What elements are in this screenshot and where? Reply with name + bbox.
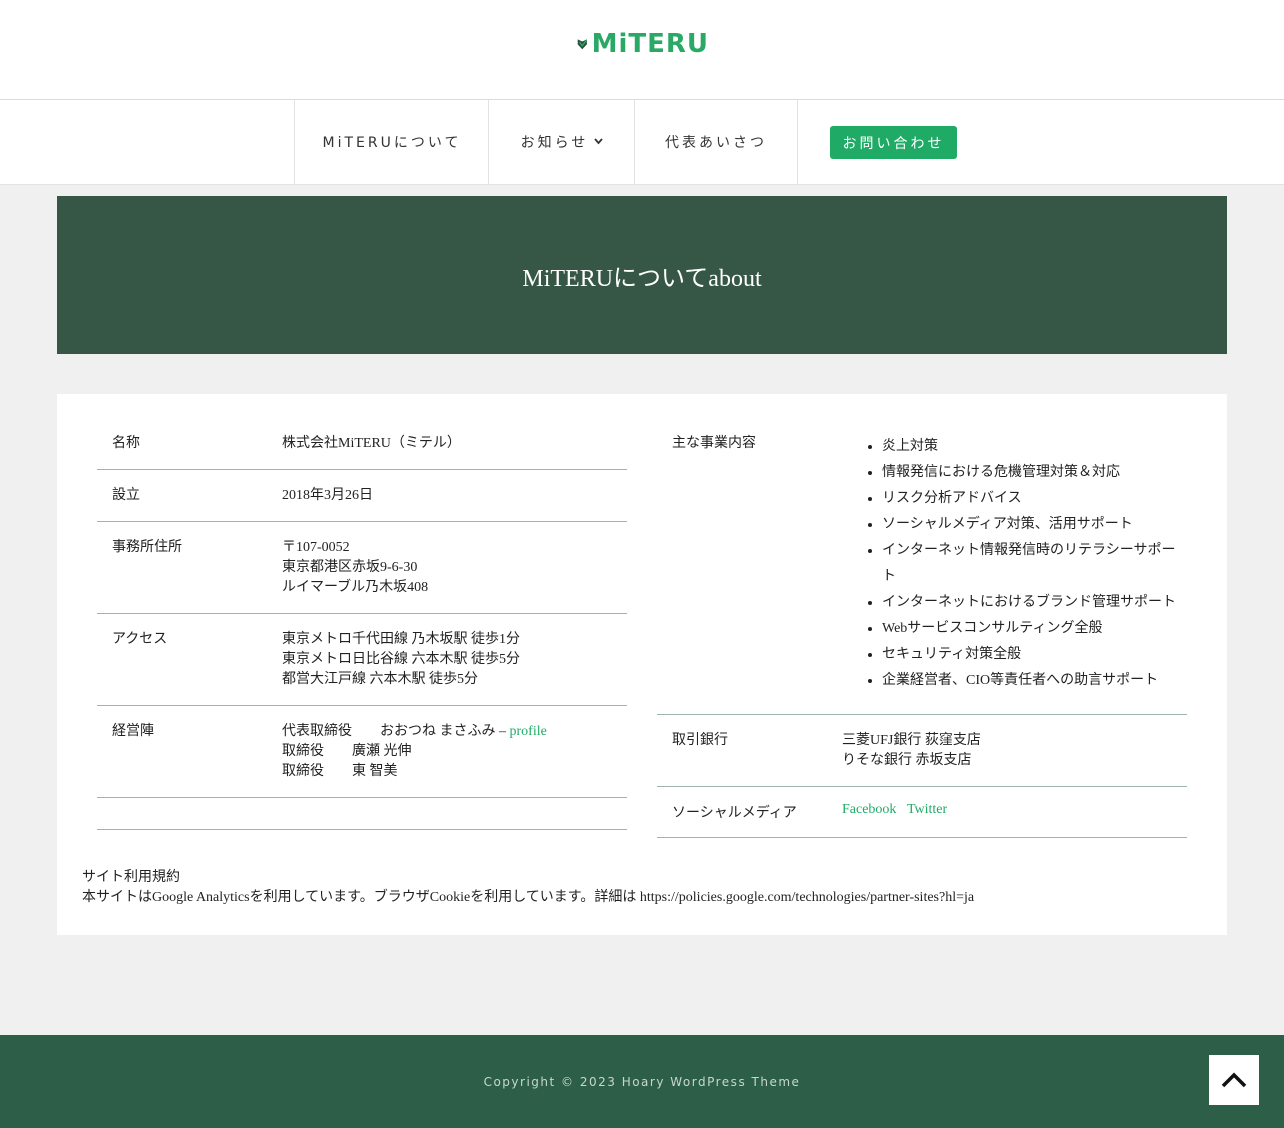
info-line: 株式会社MiTERU（ミテル） bbox=[282, 436, 461, 451]
shield-check-icon bbox=[577, 39, 588, 50]
ceo-text: 代表取締役 おおつね まさふみ – bbox=[282, 724, 510, 739]
info-key: 名称 bbox=[112, 436, 140, 451]
info-key: 取引銀行 bbox=[672, 733, 728, 748]
terms-link[interactable]: サイト利用規約 bbox=[82, 868, 974, 888]
info-row-founded: 設立 2018年3月26日 bbox=[97, 470, 627, 522]
logo-text: MiTERU bbox=[591, 29, 709, 59]
business-item: 情報発信における危機管理対策＆対応 bbox=[882, 460, 1187, 486]
info-key: 主な事業内容 bbox=[672, 436, 756, 451]
info-line: 取締役 廣瀬 光伸 bbox=[282, 744, 412, 759]
info-line: 三菱UFJ銀行 荻窪支店 bbox=[842, 733, 981, 748]
info-line: 東京メトロ千代田線 乃木坂駅 徒歩1分 bbox=[282, 632, 520, 647]
analytics-notice: 本サイトはGoogle Analyticsを利用しています。ブラウザCookie… bbox=[82, 890, 975, 905]
company-info-card: 名称 株式会社MiTERU（ミテル） 設立 2018年3月26日 事務所住所 〒… bbox=[57, 394, 1227, 935]
business-item: 企業経営者、CIO等責任者への助言サポート bbox=[882, 668, 1187, 694]
info-row-empty bbox=[97, 798, 627, 830]
twitter-link[interactable]: Twitter bbox=[907, 802, 947, 817]
info-line: 都営大江戸線 六本木駅 徒歩5分 bbox=[282, 672, 478, 687]
info-value: 2018年3月26日 bbox=[282, 470, 627, 521]
profile-link[interactable]: profile bbox=[510, 724, 547, 739]
company-info-left: 名称 株式会社MiTERU（ミテル） 設立 2018年3月26日 事務所住所 〒… bbox=[97, 418, 627, 830]
site-header: MiTERU bbox=[0, 0, 1284, 100]
copyright-text: Copyright © 2023 Hoary WordPress Theme bbox=[483, 1074, 801, 1089]
info-line: 代表取締役 おおつね まさふみ – profile bbox=[282, 722, 627, 742]
business-item: リスク分析アドバイス bbox=[882, 486, 1187, 512]
info-value: 東京メトロ千代田線 乃木坂駅 徒歩1分 東京メトロ日比谷線 六本木駅 徒歩5分 … bbox=[282, 614, 627, 705]
info-value: 三菱UFJ銀行 荻窪支店 りそな銀行 赤坂支店 bbox=[842, 715, 1187, 786]
info-value: 炎上対策情報発信における危機管理対策＆対応リスク分析アドバイスソーシャルメディア… bbox=[842, 418, 1187, 714]
nav-item-greeting[interactable]: 代表あいさつ bbox=[634, 100, 798, 184]
info-row-bank: 取引銀行 三菱UFJ銀行 荻窪支店 りそな銀行 赤坂支店 bbox=[657, 715, 1187, 787]
info-line: 2018年3月26日 bbox=[282, 488, 373, 503]
business-item: ソーシャルメディア対策、活用サポート bbox=[882, 512, 1187, 538]
company-info-right: 主な事業内容 炎上対策情報発信における危機管理対策＆対応リスク分析アドバイスソー… bbox=[657, 418, 1187, 838]
site-notes: サイト利用規約 本サイトはGoogle Analyticsを利用しています。ブラ… bbox=[82, 868, 974, 908]
site-logo[interactable]: MiTERU bbox=[577, 26, 709, 62]
contact-button[interactable]: お問い合わせ bbox=[830, 126, 957, 159]
business-item: 炎上対策 bbox=[882, 434, 1187, 460]
business-item: インターネット情報発信時のリテラシーサポート bbox=[882, 538, 1187, 590]
main-nav: MiTERUについて お知らせ 代表あいさつ お問い合わせ bbox=[0, 100, 1284, 185]
info-key: アクセス bbox=[112, 632, 168, 647]
info-row-social: ソーシャルメディア Facebook Twitter bbox=[657, 787, 1187, 838]
info-row-address: 事務所住所 〒107-0052 東京都港区赤坂9-6-30 ルイマーブル乃木坂4… bbox=[97, 522, 627, 614]
nav-item-label: MiTERUについて bbox=[322, 135, 462, 151]
info-value: 〒107-0052 東京都港区赤坂9-6-30 ルイマーブル乃木坂408 bbox=[282, 522, 627, 613]
info-row-name: 名称 株式会社MiTERU（ミテル） bbox=[97, 418, 627, 470]
info-line: 東京メトロ日比谷線 六本木駅 徒歩5分 bbox=[282, 652, 520, 667]
site-footer: Copyright © 2023 Hoary WordPress Theme bbox=[0, 1035, 1284, 1128]
business-item: インターネットにおけるブランド管理サポート bbox=[882, 590, 1187, 616]
nav-item-label: 代表あいさつ bbox=[665, 135, 767, 151]
info-row-access: アクセス 東京メトロ千代田線 乃木坂駅 徒歩1分 東京メトロ日比谷線 六本木駅 … bbox=[97, 614, 627, 706]
info-key: 設立 bbox=[112, 488, 140, 503]
info-line: りそな銀行 赤坂支店 bbox=[842, 753, 972, 768]
info-row-management: 経営陣 代表取締役 おおつね まさふみ – profile 取締役 廣瀬 光伸 … bbox=[97, 706, 627, 798]
chevron-down-icon bbox=[594, 137, 604, 148]
page-title: MiTERUについてabout bbox=[522, 265, 762, 292]
info-line: 取締役 東 智美 bbox=[282, 764, 398, 779]
info-value: Facebook Twitter bbox=[842, 787, 1187, 835]
nav-item-news[interactable]: お知らせ bbox=[488, 100, 635, 184]
info-line: ルイマーブル乃木坂408 bbox=[282, 580, 429, 595]
business-item: Webサービスコンサルティング全般 bbox=[882, 616, 1187, 642]
info-line: 〒107-0052 bbox=[282, 540, 350, 555]
info-key: 事務所住所 bbox=[112, 540, 182, 555]
chevron-up-icon bbox=[1221, 1072, 1247, 1088]
info-value: 代表取締役 おおつね まさふみ – profile 取締役 廣瀬 光伸 取締役 … bbox=[282, 706, 627, 797]
info-key: ソーシャルメディア bbox=[672, 806, 797, 821]
nav-item-about[interactable]: MiTERUについて bbox=[294, 100, 489, 184]
facebook-link[interactable]: Facebook bbox=[842, 802, 896, 817]
business-list: 炎上対策情報発信における危機管理対策＆対応リスク分析アドバイスソーシャルメディア… bbox=[842, 434, 1187, 694]
info-key: 経営陣 bbox=[112, 724, 154, 739]
info-line: 東京都港区赤坂9-6-30 bbox=[282, 560, 418, 575]
info-value: 株式会社MiTERU（ミテル） bbox=[282, 418, 627, 469]
info-row-business: 主な事業内容 炎上対策情報発信における危機管理対策＆対応リスク分析アドバイスソー… bbox=[657, 418, 1187, 715]
scroll-to-top-button[interactable] bbox=[1209, 1055, 1259, 1105]
business-item: セキュリティ対策全般 bbox=[882, 642, 1187, 668]
page-hero: MiTERUについてabout bbox=[57, 196, 1227, 354]
nav-item-label: お知らせ bbox=[520, 135, 589, 151]
